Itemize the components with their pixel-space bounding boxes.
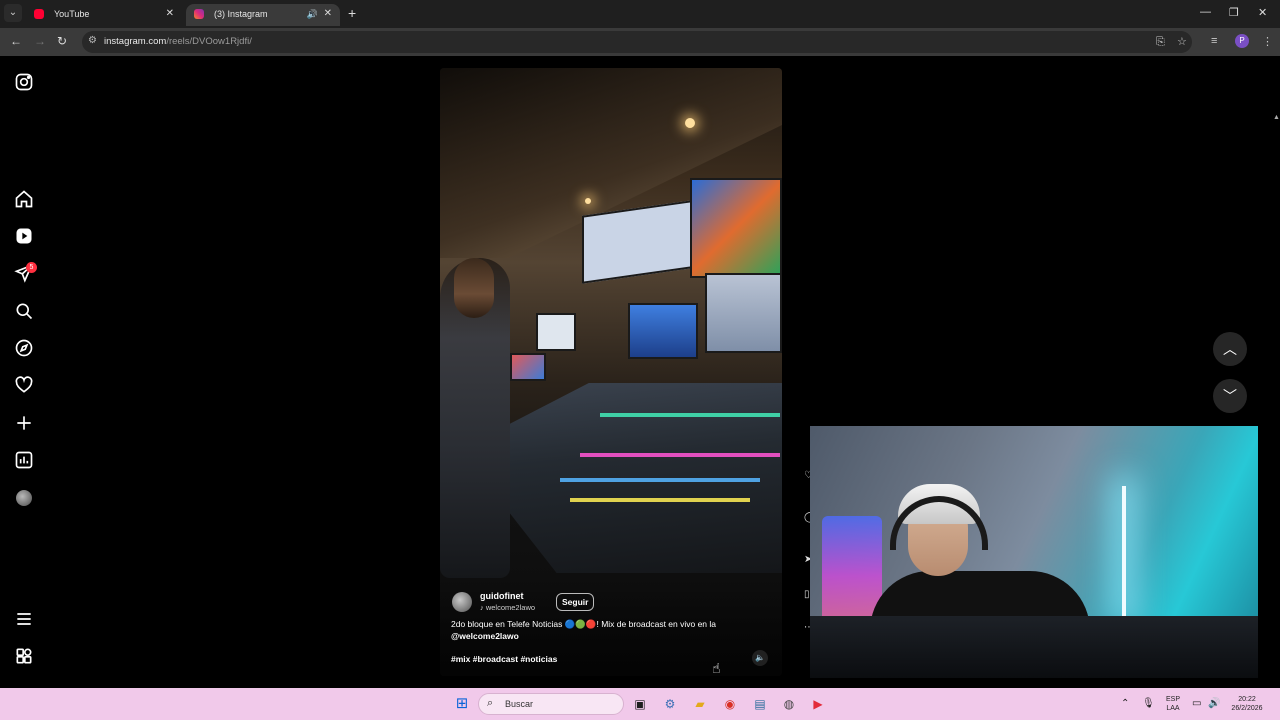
video-console-strip [560, 478, 760, 482]
video-monitor [705, 273, 782, 353]
video-person-head [454, 258, 494, 318]
menu-kebab-icon[interactable]: ⋮ [1262, 35, 1273, 48]
tab-instagram[interactable]: (3) Instagram 🔊 ✕ [186, 4, 340, 26]
webcam-overlay [810, 426, 1258, 678]
forward-icon[interactable]: → [34, 34, 46, 48]
webcam-light-bar [1122, 486, 1126, 616]
also-from-meta-icon[interactable] [14, 646, 34, 666]
clock-date: 26/2/2026 [1231, 705, 1263, 712]
url-path: /reels/DVOow1Rjdfi/ [166, 36, 252, 47]
taskbar: ⊞ ⌕ Buscar ▣ ⚙ ▰ ◉ ▤ ◍ ▶ ⌃ 🎙 ESP LAA ▭ 🔊… [0, 688, 1280, 720]
video-lamp [685, 118, 695, 128]
explore-compass-icon[interactable] [14, 338, 34, 358]
author-username[interactable]: guidofinet [480, 591, 524, 601]
profile-avatar[interactable]: P [1235, 34, 1249, 48]
close-icon[interactable]: ✕ [166, 4, 174, 24]
tab-search-button[interactable]: ⌄ [4, 4, 22, 22]
video-person [440, 258, 510, 578]
video-console-strip [600, 413, 780, 417]
language-indicator[interactable]: ESP LAA [1162, 695, 1184, 713]
app-window-icon[interactable]: ▤ [750, 694, 770, 714]
create-plus-icon[interactable] [14, 413, 34, 433]
search-placeholder: Buscar [505, 699, 534, 709]
search-icon: ⌕ [487, 697, 494, 709]
messages-badge: 5 [26, 262, 37, 273]
url-text: instagram.com/reels/DVOow1Rjdfi/ [104, 36, 252, 47]
follow-button[interactable]: Seguir [556, 593, 595, 611]
keyboard-layout: LAA [1166, 705, 1180, 712]
media-player-icon[interactable]: ▶ [808, 694, 828, 714]
install-app-icon[interactable]: ⎘ [1156, 36, 1165, 49]
next-reel-chevron-down-icon[interactable]: ﹀ [1213, 379, 1247, 413]
close-icon[interactable]: ✕ [324, 4, 332, 24]
dashboard-icon[interactable] [14, 450, 34, 470]
chrome-icon[interactable]: ◉ [720, 694, 740, 714]
caption-text: 2do bloque en Telefe Noticias 🔵🟢🔴! Mix d… [451, 619, 717, 629]
author-avatar[interactable] [452, 592, 472, 612]
tab-strip: ⌄ YouTube ✕ (3) Instagram 🔊 ✕ + — ❐ ✕ [0, 0, 1280, 28]
toolbar: ← → ↻ ⚙ instagram.com/reels/DVOow1Rjdfi/… [0, 28, 1280, 56]
reel-caption: 2do bloque en Telefe Noticias 🔵🟢🔴! Mix d… [451, 618, 741, 642]
notifications-heart-icon[interactable] [14, 375, 34, 395]
search-icon[interactable] [14, 301, 34, 321]
url-host: instagram.com [104, 36, 167, 47]
reel-hashtags[interactable]: #mix #broadcast #noticias [451, 654, 557, 664]
youtube-favicon-icon [34, 9, 44, 19]
save-bookmark-icon[interactable]: ▯ [804, 589, 810, 600]
file-explorer-folder-icon[interactable]: ▰ [690, 694, 710, 714]
webcam-desk [810, 616, 1258, 678]
speaker-icon[interactable]: 🔊 [307, 4, 318, 24]
previous-reel-chevron-up-icon[interactable]: ︿ [1213, 332, 1247, 366]
home-icon[interactable] [14, 189, 34, 209]
site-info-icon[interactable]: ⚙ [88, 35, 97, 46]
bookmark-star-icon[interactable]: ☆ [1177, 35, 1187, 48]
close-window-icon[interactable]: ✕ [1258, 6, 1267, 19]
video-monitor [582, 200, 692, 284]
restore-icon[interactable]: ❐ [1229, 6, 1239, 19]
caption-mention-link[interactable]: @welcome2lawo [451, 631, 519, 641]
settings-gear-icon[interactable]: ⚙ [660, 694, 680, 714]
microphone-icon[interactable]: 🎙 [1142, 698, 1155, 709]
start-windows-icon[interactable]: ⊞ [452, 694, 472, 714]
author-collab[interactable]: ♪ welcome2lawo [480, 603, 535, 612]
back-icon[interactable]: ← [10, 34, 22, 48]
instagram-page: 5 guidofinet ♪ welcome2lawo Seguir 2do b… [0, 56, 1280, 688]
video-console-strip [570, 498, 750, 502]
volume-icon[interactable]: 🔊 [1208, 698, 1220, 709]
video-monitor [510, 353, 546, 381]
reload-icon[interactable]: ↻ [57, 34, 67, 48]
tab-label: (3) Instagram [214, 9, 268, 19]
language-code: ESP [1165, 696, 1180, 703]
address-bar[interactable]: ⚙ instagram.com/reels/DVOow1Rjdfi/ ⎘ ☆ [82, 31, 1192, 53]
task-view-icon[interactable]: ▣ [630, 694, 650, 714]
instagram-logo-icon[interactable] [14, 72, 34, 92]
more-menu-icon[interactable] [14, 609, 34, 629]
video-monitor [690, 178, 782, 278]
video-console-strip [580, 453, 780, 457]
clock[interactable]: 20:22 26/2/2026 [1222, 695, 1272, 713]
reels-icon[interactable] [14, 226, 34, 246]
author-collab-text: welcome2lawo [485, 603, 536, 612]
instagram-favicon-icon [194, 9, 204, 19]
tab-label: YouTube [54, 9, 90, 19]
tab-youtube[interactable]: YouTube ✕ [26, 4, 182, 26]
media-controls-icon[interactable]: ≡ [1211, 35, 1217, 47]
video-monitor [628, 303, 698, 359]
taskbar-search[interactable]: ⌕ Buscar [478, 693, 624, 715]
minimize-icon[interactable]: — [1200, 6, 1211, 18]
video-monitor [536, 313, 576, 351]
obs-icon[interactable]: ◍ [779, 694, 799, 714]
clock-time: 20:22 [1238, 696, 1256, 703]
profile-avatar[interactable] [16, 490, 32, 506]
video-lamp [585, 198, 591, 204]
network-icon[interactable]: ▭ [1192, 698, 1201, 709]
mouse-pointer-icon: ☝ [712, 660, 721, 676]
sidebar-nav: 5 [0, 56, 48, 688]
new-tab-button[interactable]: + [348, 5, 356, 21]
scrollbar-up-arrow[interactable]: ▲ [1273, 114, 1280, 126]
mute-toggle-icon[interactable]: 🔈 [752, 650, 768, 666]
reel-video[interactable]: guidofinet ♪ welcome2lawo Seguir 2do blo… [440, 68, 782, 676]
show-hidden-icons-chevron-up-icon[interactable]: ⌃ [1121, 698, 1129, 709]
